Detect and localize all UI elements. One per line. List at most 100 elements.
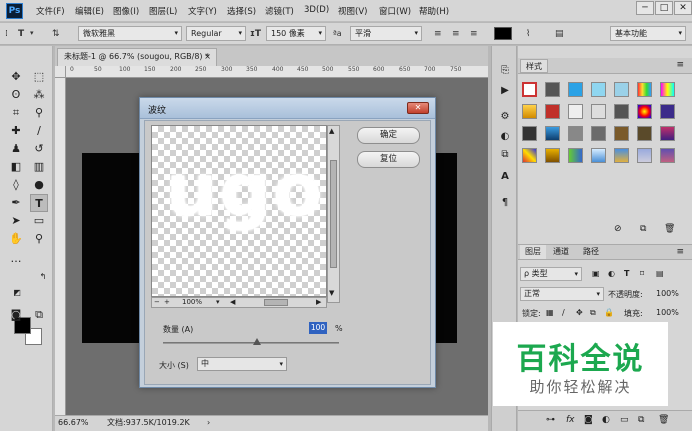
lock-position-icon[interactable]: ✥ [576, 308, 583, 317]
menu-edit[interactable]: 编辑(E) [75, 5, 104, 17]
blend-mode-select[interactable]: 正常 ▾ [520, 287, 604, 301]
chevron-down-icon[interactable]: ▾ [216, 298, 220, 307]
style-swatch[interactable] [522, 148, 537, 163]
eraser-icon[interactable]: ◧ [7, 158, 25, 176]
filter-preview[interactable]: ugo [151, 125, 327, 297]
healing-icon[interactable]: ✚ [7, 122, 25, 140]
amount-input[interactable]: 100 [309, 322, 327, 334]
new-layer-icon[interactable]: ⧉ [638, 415, 644, 425]
style-swatch[interactable] [660, 126, 675, 141]
preview-vertical-scrollbar[interactable]: ▲ ▼ [327, 125, 340, 303]
style-swatch[interactable] [660, 148, 675, 163]
style-swatch[interactable] [660, 82, 675, 97]
panel-menu-icon[interactable]: ≡ [676, 247, 684, 257]
style-swatch[interactable] [522, 126, 537, 141]
dodge-icon[interactable]: ● [30, 176, 48, 194]
text-orientation-icon[interactable]: ⇅ [52, 29, 60, 39]
type-tool-preset-icon[interactable]: T [18, 29, 24, 39]
style-swatch[interactable] [568, 82, 583, 97]
style-swatch[interactable] [591, 126, 606, 141]
tab-styles[interactable]: 样式 [520, 59, 548, 73]
panel-menu-icon[interactable]: ≡ [676, 60, 684, 70]
character-panel-icon[interactable]: A [496, 168, 514, 186]
style-swatch[interactable] [591, 82, 606, 97]
default-colors-icon[interactable]: ◩ [8, 284, 26, 302]
type-icon[interactable]: T [30, 194, 48, 212]
swap-colors-icon[interactable]: ↰ [34, 268, 52, 286]
more-tools-icon[interactable]: … [7, 250, 25, 268]
style-swatch[interactable] [522, 104, 537, 119]
align-left-icon[interactable]: ≡ [434, 29, 442, 39]
menu-select[interactable]: 选择(S) [227, 5, 256, 17]
opacity-value[interactable]: 100% [656, 289, 679, 298]
menu-filter[interactable]: 滤镜(T) [265, 5, 294, 17]
history-panel-icon[interactable]: ⎘ [496, 62, 514, 80]
align-center-icon[interactable]: ≡ [452, 29, 460, 39]
adjustment-layer-icon[interactable]: ◐ [602, 415, 610, 425]
scroll-down-icon[interactable]: ▼ [329, 289, 334, 297]
lock-transparent-icon[interactable]: ▦ [546, 308, 554, 317]
style-swatch[interactable] [568, 148, 583, 163]
style-none[interactable] [522, 82, 537, 97]
style-swatch[interactable] [568, 104, 583, 119]
history-brush-icon[interactable]: ↺ [30, 140, 48, 158]
quick-mask-icon[interactable]: ◙ [7, 306, 25, 324]
clear-style-icon[interactable]: ⊘ [614, 224, 622, 234]
text-color-swatch[interactable] [494, 27, 512, 40]
ok-button[interactable]: 确定 [357, 127, 420, 144]
brush-icon[interactable]: ∕ [30, 122, 48, 140]
font-size-select[interactable]: 150 像素 ▾ [266, 26, 326, 41]
menu-file[interactable]: 文件(F) [36, 5, 65, 17]
screen-mode-icon[interactable]: ⧉ [30, 306, 48, 324]
close-tab-icon[interactable]: × [204, 49, 211, 65]
tab-channels[interactable]: 通道 [548, 245, 574, 259]
link-layers-icon[interactable]: ⊶ [546, 415, 555, 425]
filter-shape-icon[interactable]: ⌑ [640, 269, 644, 278]
style-swatch[interactable] [614, 126, 629, 141]
menu-type[interactable]: 文字(Y) [188, 5, 217, 17]
menu-view[interactable]: 视图(V) [338, 5, 367, 17]
minimize-button[interactable]: ─ [636, 1, 654, 15]
menu-window[interactable]: 窗口(W) [379, 5, 411, 17]
path-select-icon[interactable]: ➤ [7, 212, 25, 230]
crop-icon[interactable]: ⌗ [7, 104, 25, 122]
style-swatch[interactable] [637, 148, 652, 163]
dialog-close-button[interactable]: ✕ [407, 102, 429, 114]
zoom-in-button[interactable]: + [164, 298, 170, 307]
maximize-button[interactable]: □ [655, 1, 673, 15]
preset-dropdown-icon[interactable]: ▾ [30, 29, 34, 37]
fill-value[interactable]: 100% [656, 308, 679, 317]
filter-smart-icon[interactable]: ▤ [656, 269, 664, 278]
magic-wand-icon[interactable]: ⁂ [30, 86, 48, 104]
eyedropper-icon[interactable]: ⚲ [30, 104, 48, 122]
group-icon[interactable]: ▭ [620, 415, 629, 425]
style-swatch[interactable] [614, 104, 629, 119]
filter-adjust-icon[interactable]: ◐ [608, 269, 615, 278]
delete-layer-icon[interactable]: 🗑 [658, 415, 669, 425]
zoom-out-button[interactable]: − [154, 298, 160, 307]
style-swatch[interactable] [568, 126, 583, 141]
style-swatch[interactable] [614, 148, 629, 163]
reset-button[interactable]: 复位 [357, 151, 420, 168]
tab-paths[interactable]: 路径 [578, 245, 604, 259]
menu-layer[interactable]: 图层(L) [149, 5, 177, 17]
menu-3d[interactable]: 3D(D) [304, 5, 329, 15]
lock-all-icon[interactable]: 🔒 [604, 308, 614, 317]
filter-pixel-icon[interactable]: ▣ [592, 269, 600, 278]
scroll-up-icon[interactable]: ▲ [329, 127, 334, 135]
style-swatch[interactable] [614, 82, 629, 97]
scroll-right-icon[interactable]: ▶ [316, 298, 321, 307]
zoom-icon[interactable]: ⚲ [30, 230, 48, 248]
stamp-icon[interactable]: ♟ [7, 140, 25, 158]
adjustments-panel-icon[interactable]: ◐ [496, 128, 514, 146]
antialias-select[interactable]: 平滑 ▾ [350, 26, 422, 41]
style-swatch[interactable] [545, 82, 560, 97]
size-select[interactable]: 中 ▾ [197, 357, 287, 371]
scroll-thumb[interactable] [330, 160, 337, 268]
actions-play-icon[interactable]: ▶ [496, 82, 514, 100]
new-style-icon[interactable]: ⧉ [640, 224, 646, 234]
dialog-titlebar[interactable]: 波纹 ✕ [140, 98, 435, 119]
paragraph-panel-icon[interactable]: ¶ [496, 194, 514, 212]
menu-image[interactable]: 图像(I) [113, 5, 139, 17]
scroll-left-icon[interactable]: ◀ [230, 298, 235, 307]
